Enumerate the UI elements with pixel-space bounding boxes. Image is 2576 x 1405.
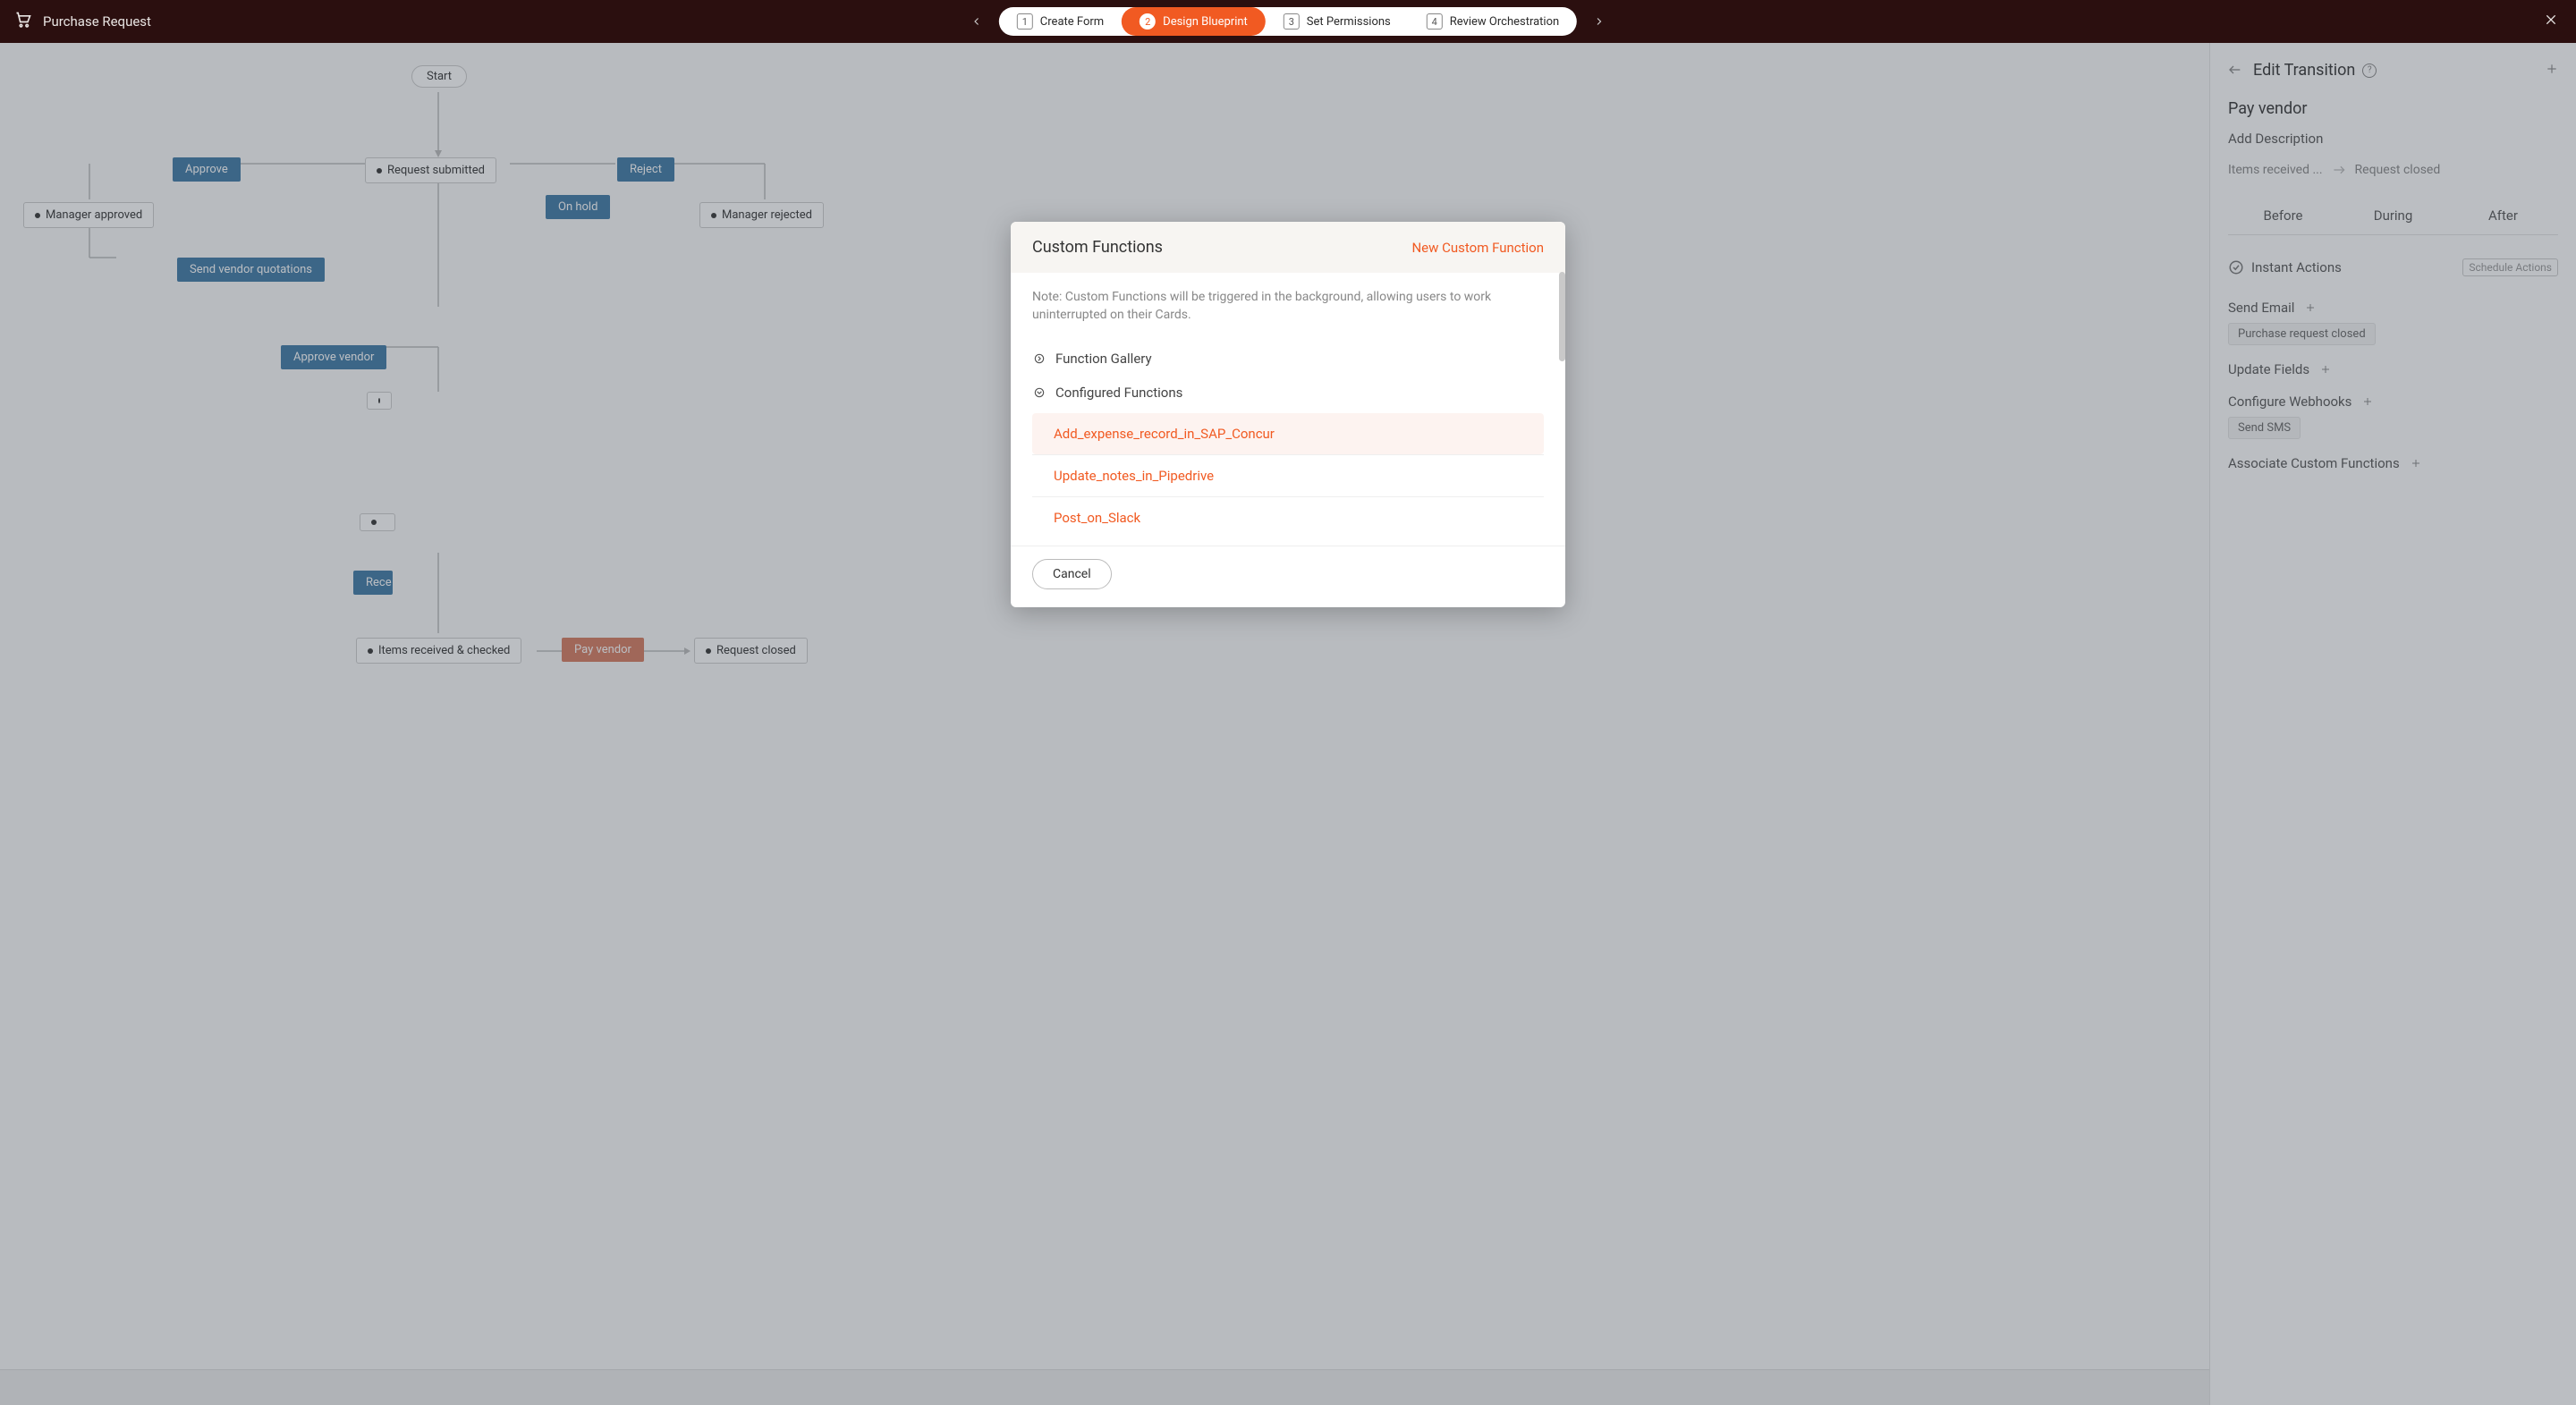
step-num: 4 xyxy=(1427,13,1443,30)
topbar-left: Purchase Request xyxy=(14,11,151,32)
stepper-wrap: 1 Create Form 2 Design Blueprint 3 Set P… xyxy=(965,7,1611,36)
function-list: Add_expense_record_in_SAP_Concur Update_… xyxy=(1032,413,1544,538)
modal-scrollbar[interactable] xyxy=(1559,272,1565,361)
step-set-permissions[interactable]: 3 Set Permissions xyxy=(1266,7,1409,36)
modal-title: Custom Functions xyxy=(1032,238,1163,257)
custom-functions-modal: Custom Functions New Custom Function Not… xyxy=(1011,222,1565,607)
configured-functions-label: Configured Functions xyxy=(1055,385,1182,401)
function-item[interactable]: Update_notes_in_Pipedrive xyxy=(1032,454,1544,496)
close-button[interactable] xyxy=(2540,9,2562,34)
function-item[interactable]: Post_on_Slack xyxy=(1032,496,1544,538)
step-label: Design Blueprint xyxy=(1163,15,1248,29)
function-item[interactable]: Add_expense_record_in_SAP_Concur xyxy=(1032,413,1544,454)
chevron-right-icon xyxy=(1032,351,1046,366)
cancel-button[interactable]: Cancel xyxy=(1032,559,1112,589)
function-gallery-label: Function Gallery xyxy=(1055,351,1152,367)
step-num: 2 xyxy=(1140,13,1156,30)
new-custom-function-link[interactable]: New Custom Function xyxy=(1411,240,1544,256)
chevron-down-icon xyxy=(1032,385,1046,400)
step-label: Create Form xyxy=(1040,15,1104,29)
step-num: 3 xyxy=(1284,13,1300,30)
configured-functions-group[interactable]: Configured Functions xyxy=(1032,376,1544,410)
next-step-arrow[interactable] xyxy=(1588,10,1611,33)
main: Start Approve Request submitted Reject M… xyxy=(0,43,2576,1405)
step-review-orchestration[interactable]: 4 Review Orchestration xyxy=(1409,7,1577,36)
step-label: Set Permissions xyxy=(1307,15,1391,29)
step-label: Review Orchestration xyxy=(1450,15,1559,29)
step-design-blueprint[interactable]: 2 Design Blueprint xyxy=(1122,7,1266,36)
prev-step-arrow[interactable] xyxy=(965,10,988,33)
step-num: 1 xyxy=(1017,13,1033,30)
modal-overlay[interactable]: Custom Functions New Custom Function Not… xyxy=(0,43,2576,1405)
function-gallery-group[interactable]: Function Gallery xyxy=(1032,342,1544,376)
cart-icon xyxy=(14,11,32,32)
stepper: 1 Create Form 2 Design Blueprint 3 Set P… xyxy=(999,7,1577,36)
modal-note: Note: Custom Functions will be triggered… xyxy=(1032,289,1544,324)
step-create-form[interactable]: 1 Create Form xyxy=(999,7,1122,36)
topbar: Purchase Request 1 Create Form 2 Design … xyxy=(0,0,2576,43)
page-title: Purchase Request xyxy=(43,13,151,30)
